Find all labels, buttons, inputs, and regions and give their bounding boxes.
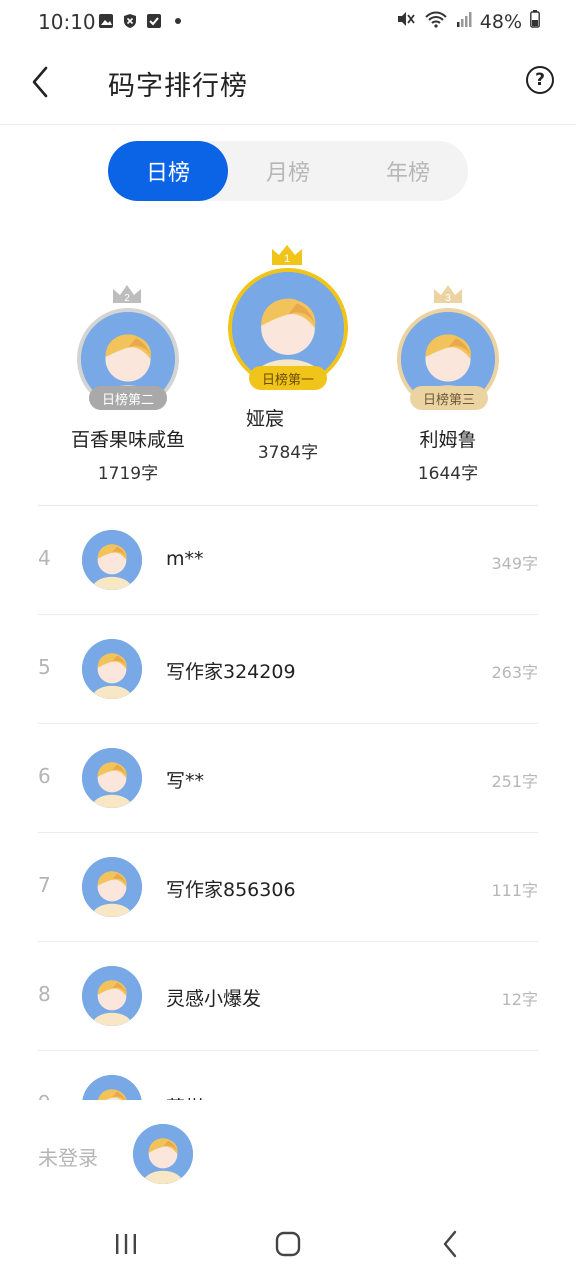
podium-second-name: 百香果味咸鱼: [70, 429, 185, 451]
list-name: m**: [166, 548, 204, 570]
period-tabs: 日榜 月榜 年榜: [108, 141, 468, 201]
list-name: 灵感小爆发: [166, 988, 262, 1010]
podium-first-score: 3784字: [257, 443, 319, 463]
nav-back-icon: [443, 1230, 457, 1258]
battery-percent: 48%: [479, 10, 522, 33]
avatar: [82, 966, 142, 1026]
podium-first-name: 娅宸: [246, 408, 285, 430]
app-header: 码字排行榜 ?: [0, 46, 576, 125]
gold-crown-icon: 1: [272, 245, 302, 265]
back-arrow-icon: [32, 66, 48, 98]
avatar: [82, 530, 142, 590]
status-bar: 10:10 48%: [0, 0, 576, 46]
tab-monthly[interactable]: 月榜: [228, 141, 348, 201]
back-button[interactable]: [20, 62, 60, 102]
list-item[interactable]: 7 写作家856306 111字: [38, 833, 538, 942]
ranking-list: 4 m** 349字 5 写作家324209 263字 6 写** 251字 7…: [0, 506, 576, 1100]
tab-yearly[interactable]: 年榜: [348, 141, 468, 201]
list-item[interactable]: 4 m** 349字: [38, 506, 538, 615]
list-rank: 5: [38, 655, 51, 679]
help-icon: ?: [535, 70, 545, 90]
list-rank: 8: [38, 982, 51, 1006]
help-button[interactable]: ?: [526, 66, 554, 94]
system-nav-bar: [0, 1208, 576, 1280]
rank-label-second: 日榜第二: [89, 386, 167, 410]
nav-back-button[interactable]: [430, 1226, 470, 1262]
list-rank: 4: [38, 546, 51, 570]
my-avatar[interactable]: [133, 1124, 193, 1184]
shield-icon: [122, 13, 138, 29]
second-rank-number: 2: [124, 293, 130, 304]
list-rank: 7: [38, 873, 51, 897]
wifi-icon: [424, 10, 448, 33]
signal-icon: [456, 10, 472, 33]
list-item[interactable]: 8 灵感小爆发 12字: [38, 942, 538, 1051]
list-score: 251字: [491, 772, 538, 791]
first-rank-number: 1: [284, 253, 290, 265]
status-left-icons: [98, 13, 186, 29]
list-rank: 9: [38, 1091, 54, 1100]
my-rank-bar[interactable]: 未登录: [0, 1100, 576, 1208]
image-icon: [98, 13, 114, 29]
status-right-icons: 48%: [396, 10, 540, 33]
podium-third-name: 利姆鲁: [419, 429, 477, 451]
list-score: 111字: [491, 881, 538, 900]
avatar: [82, 748, 142, 808]
tab-daily[interactable]: 日榜: [108, 141, 228, 201]
home-icon: [275, 1231, 301, 1257]
list-name: 芦柑: [166, 1093, 204, 1100]
bronze-crown-icon: 3: [434, 285, 462, 304]
rank-label-third: 日榜第三: [410, 386, 488, 410]
login-status: 未登录: [38, 1146, 98, 1170]
avatar: [82, 1075, 142, 1100]
recent-apps-button[interactable]: [106, 1226, 146, 1262]
avatar: [82, 639, 142, 699]
avatar: [82, 857, 142, 917]
list-item[interactable]: 6 写** 251字: [38, 724, 538, 833]
silver-crown-icon: 2: [113, 285, 141, 304]
home-button[interactable]: [268, 1226, 308, 1262]
dot-icon: [170, 13, 186, 29]
podium-third-score: 1644字: [417, 464, 479, 484]
list-score: 12字: [501, 990, 538, 1009]
check-icon: [146, 13, 162, 29]
podium-second-score: 1719字: [97, 464, 159, 484]
list-score: 349字: [491, 554, 538, 573]
list-item[interactable]: 9 芦柑 1字: [38, 1051, 538, 1100]
list-score: 263字: [491, 663, 538, 682]
list-name: 写作家856306: [166, 879, 296, 901]
list-name: 写作家324209: [166, 661, 296, 683]
list-rank: 6: [38, 764, 51, 788]
mute-icon: [396, 10, 416, 33]
third-rank-number: 3: [445, 293, 451, 304]
battery-icon: [530, 10, 540, 33]
list-item[interactable]: 5 写作家324209 263字: [38, 615, 538, 724]
list-name: 写**: [166, 770, 205, 792]
recent-apps-icon: [116, 1234, 136, 1254]
page-title: 码字排行榜: [108, 71, 248, 102]
rank-label-first: 日榜第一: [249, 366, 327, 390]
status-time: 10:10: [38, 10, 96, 34]
